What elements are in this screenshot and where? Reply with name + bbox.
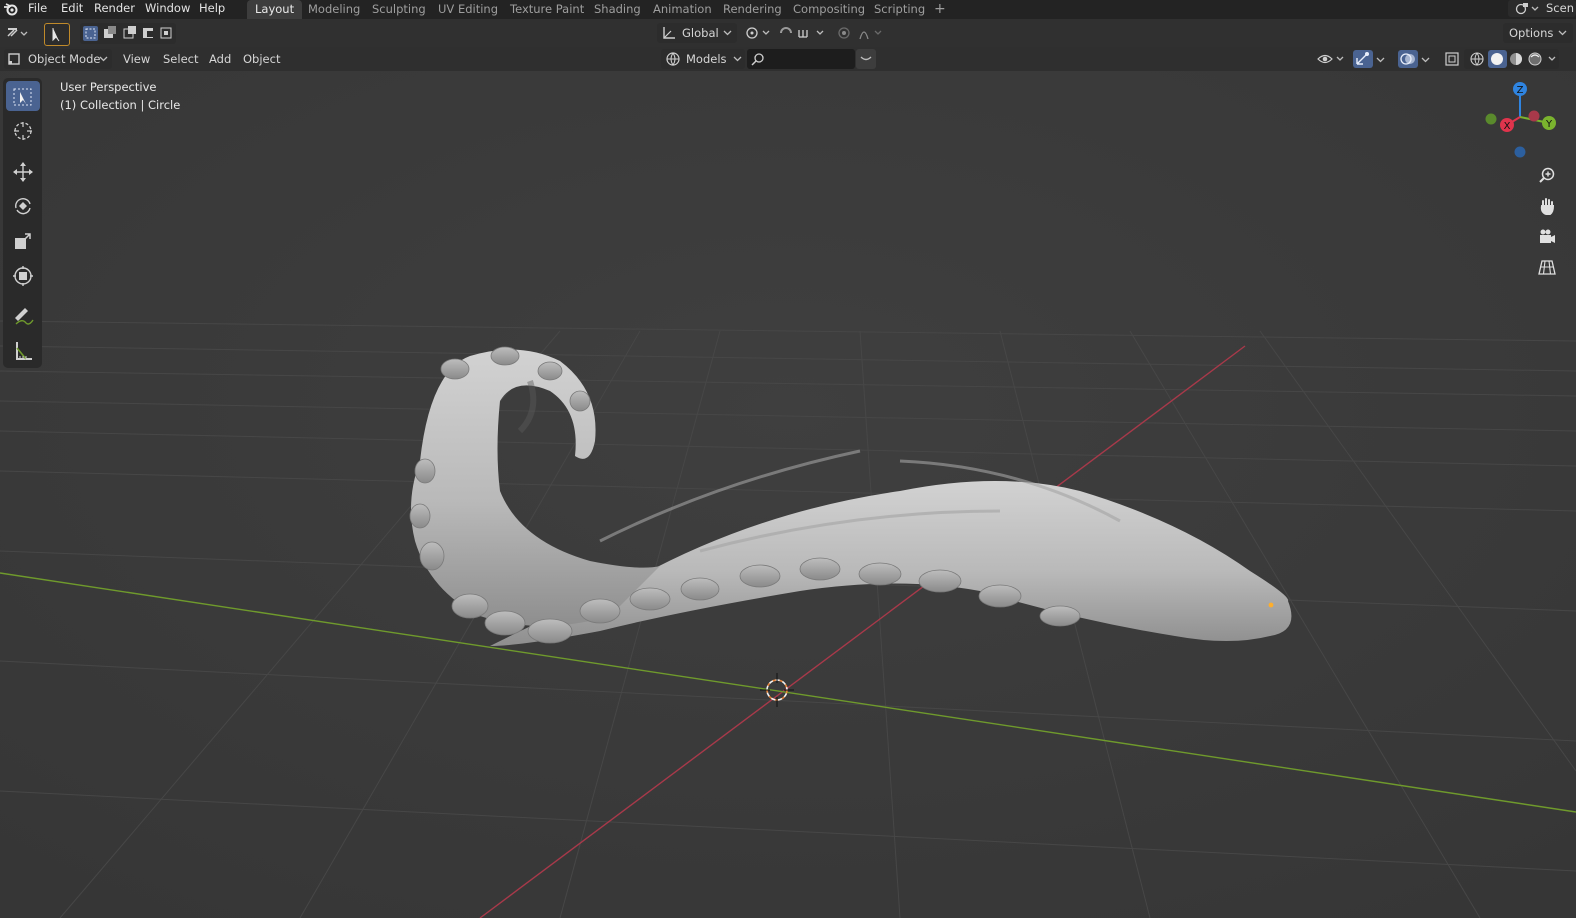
scene-selector[interactable]: Scen	[1508, 0, 1576, 17]
pointer-icon	[52, 28, 60, 42]
menu-window[interactable]: Window	[145, 0, 190, 19]
chevron-down-icon[interactable]	[1419, 50, 1433, 68]
tool-transform[interactable]	[6, 260, 40, 290]
zoom-icon	[1539, 167, 1555, 183]
collection-filter-dropdown[interactable]: Models	[661, 49, 745, 69]
selection-mode-icons[interactable]	[80, 23, 176, 44]
pivot-point-icon[interactable]	[744, 24, 774, 42]
transform-orientation-dropdown[interactable]: Global	[657, 23, 737, 43]
axis-gizmo[interactable]: Z Y X	[1480, 77, 1560, 162]
menu-render[interactable]: Render	[94, 0, 135, 19]
tool-settings-bar: Global Options	[0, 19, 1576, 47]
object-mode-dropdown[interactable]: Object Mode	[4, 49, 112, 69]
ortho-toggle-button[interactable]	[1533, 253, 1561, 281]
chevron-down-icon	[733, 56, 742, 62]
tab-modeling[interactable]: Modeling	[300, 0, 368, 19]
editor-type-icon	[7, 28, 28, 37]
annotate-icon	[15, 308, 34, 325]
tool-scale[interactable]	[6, 225, 40, 255]
blender-logo-icon[interactable]	[3, 2, 19, 16]
tab-shading[interactable]: Shading	[586, 0, 649, 19]
tab-animation[interactable]: Animation	[645, 0, 720, 19]
tab-layout[interactable]: Layout	[247, 0, 303, 19]
gizmo-z-label: Z	[1517, 85, 1524, 96]
camera-view-button[interactable]	[1533, 223, 1561, 251]
add-workspace-button[interactable]: +	[926, 0, 954, 19]
object-mode-icon	[8, 53, 20, 65]
measure-icon	[16, 342, 32, 360]
scene-icon	[1515, 3, 1539, 15]
tab-uv-editing[interactable]: UV Editing	[430, 0, 506, 19]
globe-icon	[666, 52, 680, 66]
view-name: User Perspective	[60, 80, 157, 94]
gizmo-icon	[1356, 52, 1369, 65]
orientation-icon	[663, 27, 675, 39]
move-icon	[13, 162, 33, 182]
editor-type-button[interactable]	[5, 22, 32, 44]
orientation-label: Global	[682, 26, 719, 40]
grid-icon	[1538, 260, 1556, 275]
select-box-icon	[13, 88, 32, 106]
object-origin-dot	[1268, 602, 1274, 608]
tab-rendering[interactable]: Rendering	[715, 0, 790, 19]
transform-icon	[13, 266, 33, 286]
tool-annotate[interactable]	[6, 300, 40, 330]
overlays-toggle-button[interactable]	[1398, 50, 1418, 68]
search-input[interactable]	[747, 49, 855, 69]
xray-icon[interactable]	[1443, 50, 1461, 68]
chevron-down-icon	[723, 30, 732, 36]
top-bar: File Edit Render Window Help Layout Mode…	[0, 0, 1576, 19]
toolbox	[3, 78, 42, 368]
menu-help[interactable]: Help	[199, 0, 225, 19]
chevron-down-icon	[860, 56, 872, 61]
chevron-down-icon[interactable]	[1374, 50, 1388, 68]
cursor-icon	[14, 122, 32, 140]
3d-viewport[interactable]: Z Y X	[0, 71, 1576, 918]
menu-add[interactable]: Add	[209, 52, 231, 66]
chevron-down-icon	[1558, 30, 1567, 36]
tool-measure[interactable]	[6, 335, 40, 365]
tool-cursor[interactable]	[6, 115, 40, 145]
pan-button[interactable]	[1533, 192, 1561, 220]
tab-compositing[interactable]: Compositing	[785, 0, 873, 19]
tab-scripting[interactable]: Scripting	[866, 0, 933, 19]
tab-texture-paint[interactable]: Texture Paint	[502, 0, 592, 19]
options-label: Options	[1509, 26, 1554, 40]
scene-name: Scen	[1546, 1, 1574, 15]
tool-select-box[interactable]	[6, 81, 40, 111]
menu-select[interactable]: Select	[163, 52, 198, 66]
chevron-down-icon	[99, 56, 108, 62]
menu-file[interactable]: File	[28, 0, 47, 19]
search-icon	[751, 53, 764, 66]
viewport-scene	[0, 71, 1576, 918]
snap-icon[interactable]	[778, 24, 828, 42]
viewport-header: Object Mode View Select Add Object Model…	[0, 47, 1576, 71]
select-tool-button[interactable]	[44, 23, 70, 46]
tab-sculpting[interactable]: Sculpting	[364, 0, 434, 19]
camera-icon	[1540, 229, 1555, 243]
gizmo-y-label: Y	[1545, 119, 1553, 130]
gizmo-x-label: X	[1504, 121, 1511, 132]
selection-mode-group	[80, 23, 176, 44]
menu-object[interactable]: Object	[243, 52, 280, 66]
filter-options-button[interactable]	[856, 49, 876, 69]
proportional-edit-icon[interactable]	[836, 24, 886, 42]
shading-mode-icons[interactable]	[1464, 49, 1559, 69]
shading-mode-group	[1464, 49, 1559, 69]
rotate-icon	[15, 198, 31, 215]
menu-edit[interactable]: Edit	[61, 0, 83, 19]
collection-filter-label: Models	[686, 52, 727, 66]
options-dropdown[interactable]: Options	[1503, 23, 1573, 43]
tool-rotate[interactable]	[6, 190, 40, 220]
scale-icon	[15, 233, 31, 249]
tool-move[interactable]	[6, 156, 40, 186]
overlays-icon	[1400, 53, 1415, 65]
hand-icon	[1540, 198, 1555, 215]
mode-label: Object Mode	[28, 52, 101, 66]
zoom-button[interactable]	[1533, 161, 1561, 189]
gizmo-toggle-button[interactable]	[1353, 50, 1373, 68]
menu-view[interactable]: View	[123, 52, 150, 66]
visibility-icon[interactable]	[1316, 50, 1348, 68]
collection-info: (1) Collection | Circle	[60, 98, 181, 112]
